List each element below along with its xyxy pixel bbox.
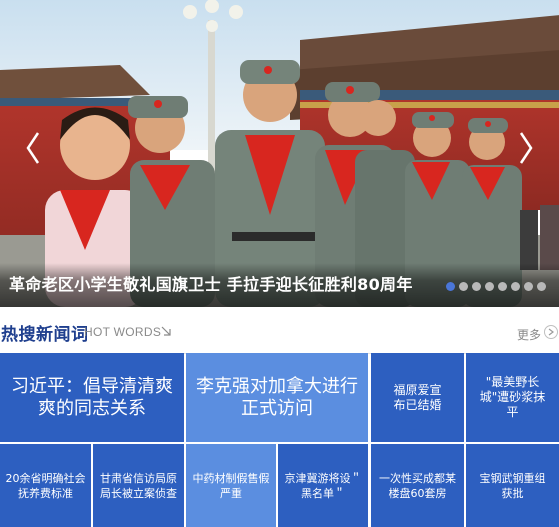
chevron-left-icon	[26, 132, 40, 164]
hot-word-text: 福原爱宣布已结婚	[393, 382, 442, 412]
hot-word-text: "最美野长城"遭砂浆抹平	[479, 375, 546, 419]
hot-word-text: 宝钢武钢重组获批	[479, 471, 546, 500]
carousel-dot[interactable]	[472, 282, 481, 291]
hot-word-text: 京津冀游将设＂黑名单＂	[284, 471, 362, 500]
hot-word-text: 李克强对加拿大进行正式访问	[196, 375, 358, 419]
news-carousel[interactable]: 革命老区小学生敬礼国旗卫士 手拉手迎长征胜利80周年	[0, 0, 559, 307]
carousel-dot[interactable]	[446, 282, 455, 291]
hot-word-tile[interactable]: 一次性买成都某楼盘60套房	[371, 444, 464, 527]
carousel-pagination	[446, 282, 546, 291]
hot-word-text: 甘肃省信访局原局长被立案侦查	[100, 471, 177, 500]
more-link[interactable]: 更多	[517, 326, 541, 343]
hot-word-tile[interactable]: 习近平：倡导清清爽爽的同志关系	[0, 353, 184, 442]
arrow-down-right-icon	[161, 326, 171, 336]
section-subtitle: HOT WORDS	[84, 325, 162, 339]
hot-word-tile[interactable]: 20余省明确社会抚养费标准	[0, 444, 91, 527]
hot-word-text: 中药材制假售假严重	[192, 471, 270, 500]
hot-word-tile[interactable]: 中药材制假售假严重	[186, 444, 276, 527]
chevron-right-icon	[548, 328, 554, 336]
carousel-dot[interactable]	[537, 282, 546, 291]
chevron-right-icon	[519, 132, 533, 164]
carousel-dot[interactable]	[524, 282, 533, 291]
hot-word-tile[interactable]: 李克强对加拿大进行正式访问	[186, 353, 368, 442]
section-title: 热搜新闻词	[1, 325, 89, 345]
carousel-prev-button[interactable]	[18, 128, 48, 168]
carousel-dot[interactable]	[459, 282, 468, 291]
hot-word-tile[interactable]: 甘肃省信访局原局长被立案侦查	[93, 444, 184, 527]
carousel-caption[interactable]: 革命老区小学生敬礼国旗卫士 手拉手迎长征胜利80周年	[9, 271, 413, 295]
hot-word-text: 习近平：倡导清清爽爽的同志关系	[11, 375, 173, 419]
hot-word-tile[interactable]: 京津冀游将设＂黑名单＂	[278, 444, 368, 527]
carousel-dot[interactable]	[498, 282, 507, 291]
carousel-next-button[interactable]	[511, 128, 541, 168]
carousel-caption-bar: 革命老区小学生敬礼国旗卫士 手拉手迎长征胜利80周年	[0, 263, 559, 307]
hot-word-tile[interactable]: 宝钢武钢重组获批	[466, 444, 559, 527]
carousel-dot[interactable]	[511, 282, 520, 291]
more-button[interactable]	[544, 325, 558, 339]
hot-words-header: 热搜新闻词 HOT WORDS 更多	[0, 307, 559, 354]
hot-word-text: 一次性买成都某楼盘60套房	[379, 471, 456, 500]
hot-word-text: 20余省明确社会抚养费标准	[5, 471, 86, 500]
hot-word-tile[interactable]: "最美野长城"遭砂浆抹平	[466, 353, 559, 442]
carousel-dot[interactable]	[485, 282, 494, 291]
hot-word-tile[interactable]: 福原爱宣布已结婚	[371, 353, 464, 442]
carousel-photo[interactable]	[0, 0, 559, 307]
